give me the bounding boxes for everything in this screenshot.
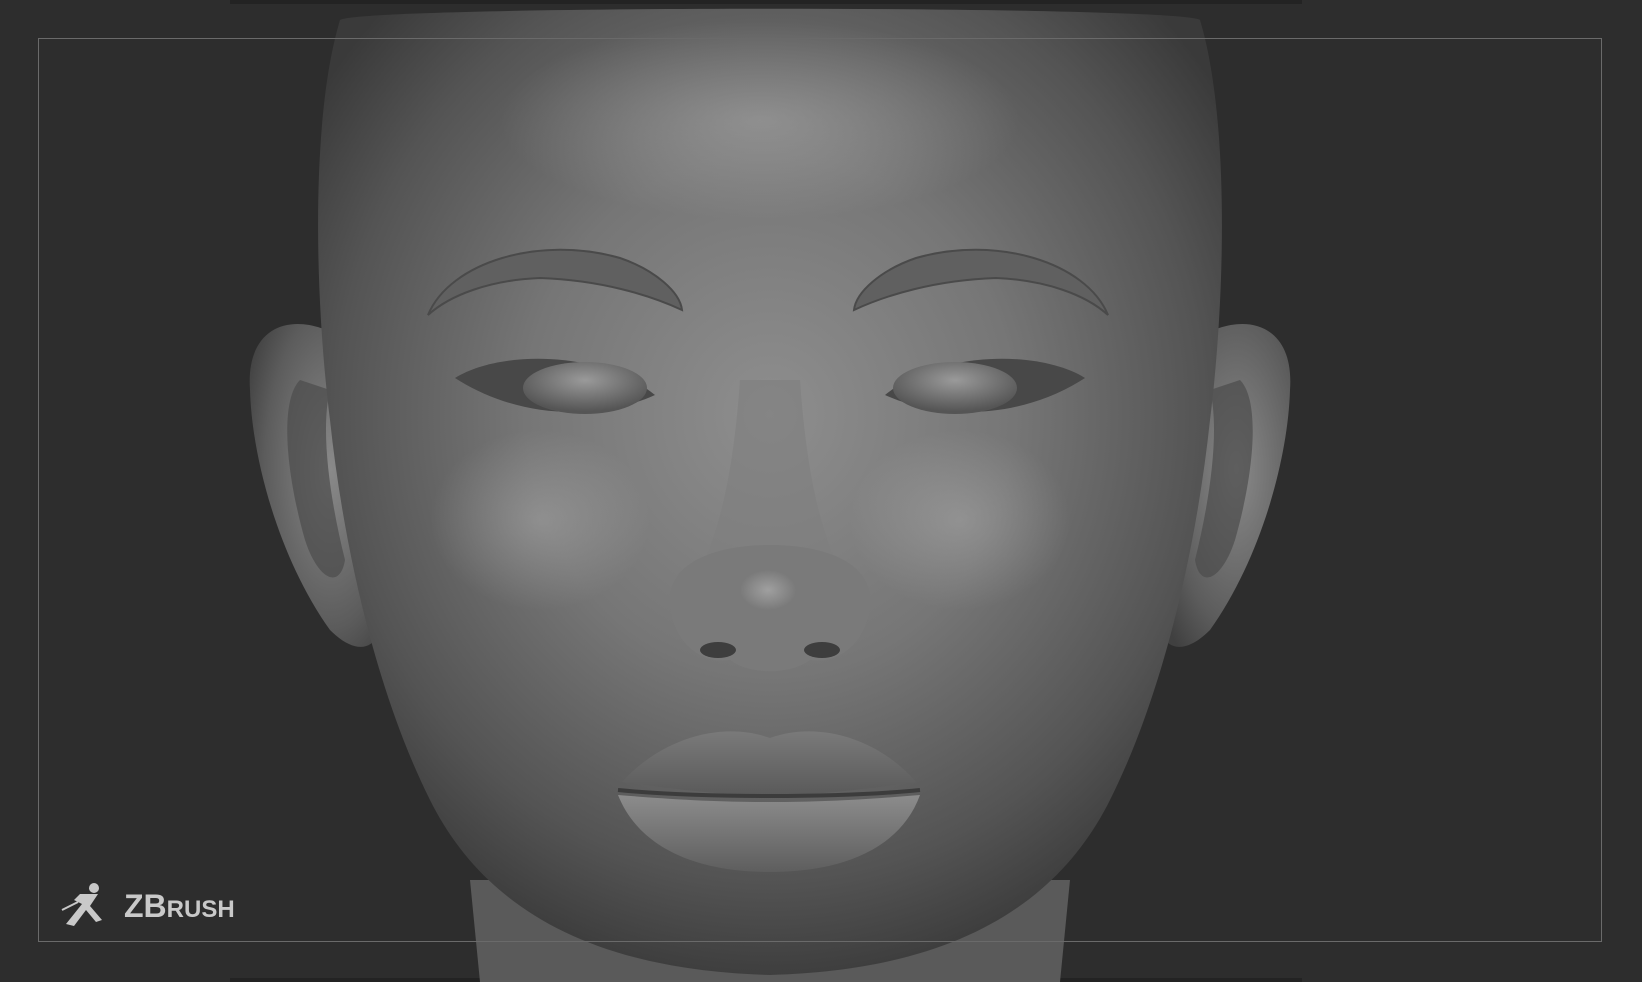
left-nostril [700, 642, 736, 658]
right-nostril [804, 642, 840, 658]
zbrush-figure-icon [61, 883, 102, 926]
left-eyeball [523, 362, 647, 414]
right-eyeball [893, 362, 1017, 414]
logo-text-small: RUSH [166, 896, 235, 923]
right-cheek-highlight [850, 430, 1070, 610]
left-cheek-highlight [430, 430, 650, 610]
head-sculpt-render[interactable] [0, 0, 1642, 982]
viewport-canvas[interactable]: ZBRUSH [0, 0, 1642, 982]
nose-highlight [740, 570, 796, 610]
logo-text-big: ZB [124, 888, 167, 924]
zbrush-logo: ZBRUSH [58, 880, 235, 932]
logo-text: ZBRUSH [124, 890, 235, 922]
forehead-highlight [500, 20, 1020, 220]
